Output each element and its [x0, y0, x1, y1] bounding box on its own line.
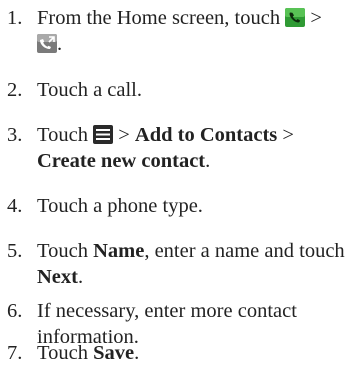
separator: > [310, 7, 322, 29]
separator: > [118, 124, 130, 146]
step-text: Touch Name, enter a name and touch Next. [37, 238, 355, 290]
create-new-contact-label: Create new contact [37, 150, 206, 172]
step-text-part: , enter a name and touch [144, 240, 345, 262]
step-text-part: Touch [37, 124, 88, 146]
call-log-icon [37, 34, 57, 53]
name-label: Name [93, 240, 145, 262]
step-text-part: From the Home screen, touch [37, 7, 281, 29]
step-text: Touch a call. [37, 79, 143, 101]
step-number: 4. [7, 195, 23, 217]
menu-icon [93, 125, 114, 144]
step-text: Touch > Add to Contacts > Create new con… [37, 122, 355, 174]
step-number: 3. [7, 124, 23, 146]
period: . [57, 33, 63, 55]
step-text-part: Touch [37, 240, 88, 262]
step-number: 7. [7, 342, 23, 364]
step-text-part: Touch [37, 342, 88, 364]
step-text: From the Home screen, touch > . [37, 5, 355, 57]
step-number: 1. [7, 7, 23, 29]
period: . [205, 150, 211, 172]
period: . [134, 342, 140, 364]
phone-app-icon [285, 8, 306, 27]
step-number: 5. [7, 240, 23, 262]
next-label: Next [37, 266, 78, 288]
step-number: 2. [7, 79, 23, 101]
separator: > [282, 124, 294, 146]
period: . [77, 266, 84, 288]
step-text: Touch a phone type. [37, 195, 203, 217]
step-text: Touch Save. [37, 340, 355, 366]
add-to-contacts-label: Add to Contacts [134, 124, 278, 146]
step-number: 6. [7, 300, 23, 322]
save-label: Save [93, 342, 135, 364]
